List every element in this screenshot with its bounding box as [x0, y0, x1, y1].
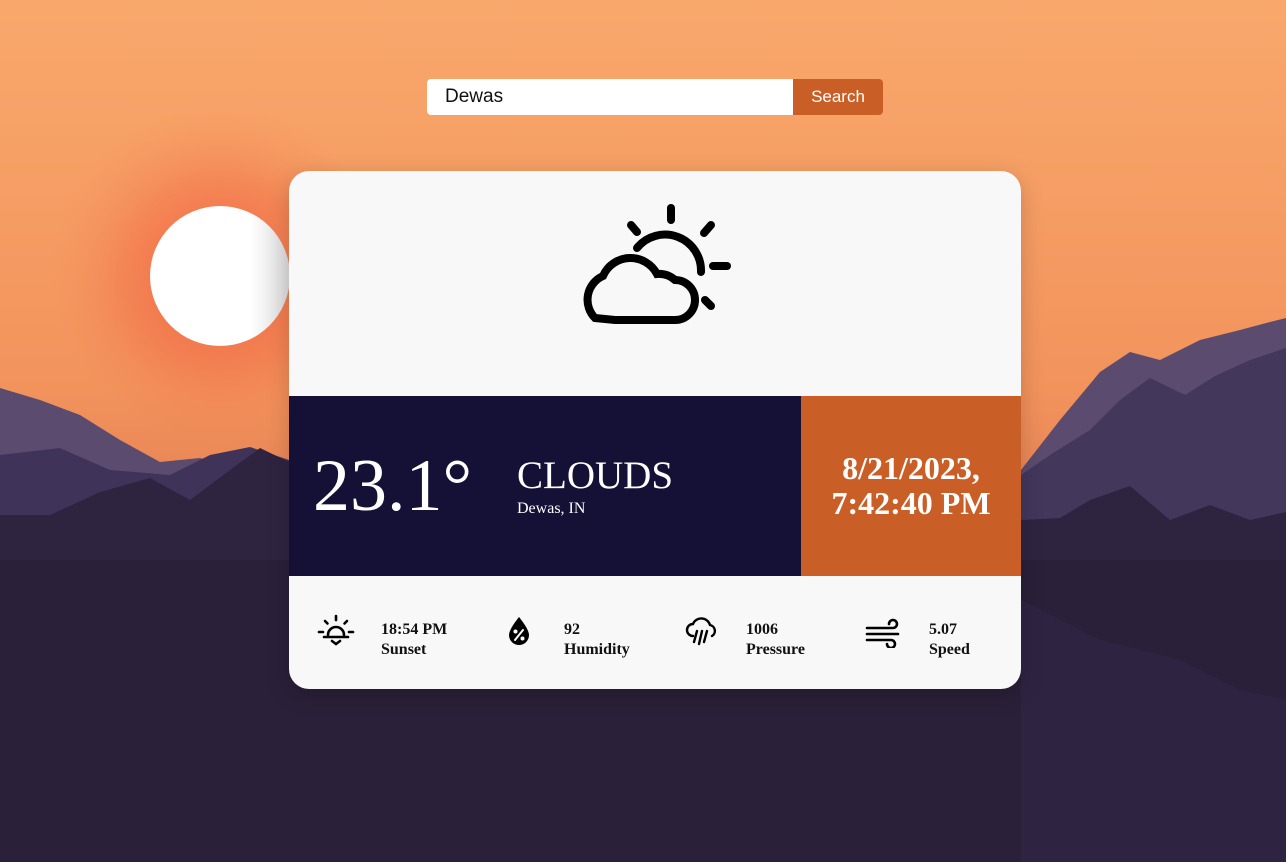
weather-icon-area: [289, 171, 1021, 396]
current-conditions: 23.1° CLOUDS Dewas, IN 8/21/2023, 7:42:4…: [289, 396, 1021, 576]
wind-icon: [865, 618, 900, 648]
date-label: 8/21/2023,: [842, 450, 980, 486]
search-bar: Search: [427, 79, 883, 115]
city-search-input[interactable]: [427, 79, 793, 115]
pressure-value: 1006: [746, 621, 778, 638]
sunset-value: 18:54 PM: [381, 621, 448, 638]
temperature: 23.1°: [313, 445, 473, 527]
search-button[interactable]: Search: [793, 79, 883, 115]
pressure-label: Pressure: [746, 641, 805, 658]
sun: [150, 206, 290, 346]
datetime-panel: 8/21/2023, 7:42:40 PM: [801, 396, 1021, 576]
humidity-value: 92: [564, 621, 580, 638]
weather-condition: CLOUDS: [517, 454, 674, 497]
humidity-icon: [509, 617, 529, 645]
wind-speed-value: 5.07: [929, 621, 957, 638]
weather-card: 23.1° CLOUDS Dewas, IN 8/21/2023, 7:42:4…: [289, 171, 1021, 689]
rain-cloud-icon: [685, 617, 717, 646]
sunset-label: Sunset: [381, 641, 427, 658]
weather-stats: 18:54 PM Sunset 92 Humidity 1006 Pressur…: [289, 576, 1021, 689]
sunset-icon: [317, 614, 355, 646]
location-label: Dewas, IN: [517, 500, 586, 517]
wind-speed-label: Speed: [929, 641, 970, 658]
humidity-label: Humidity: [564, 641, 630, 658]
conditions-panel: 23.1° CLOUDS Dewas, IN: [289, 396, 801, 576]
partly-cloudy-day-icon: [583, 204, 731, 324]
time-label: 7:42:40 PM: [831, 485, 991, 521]
